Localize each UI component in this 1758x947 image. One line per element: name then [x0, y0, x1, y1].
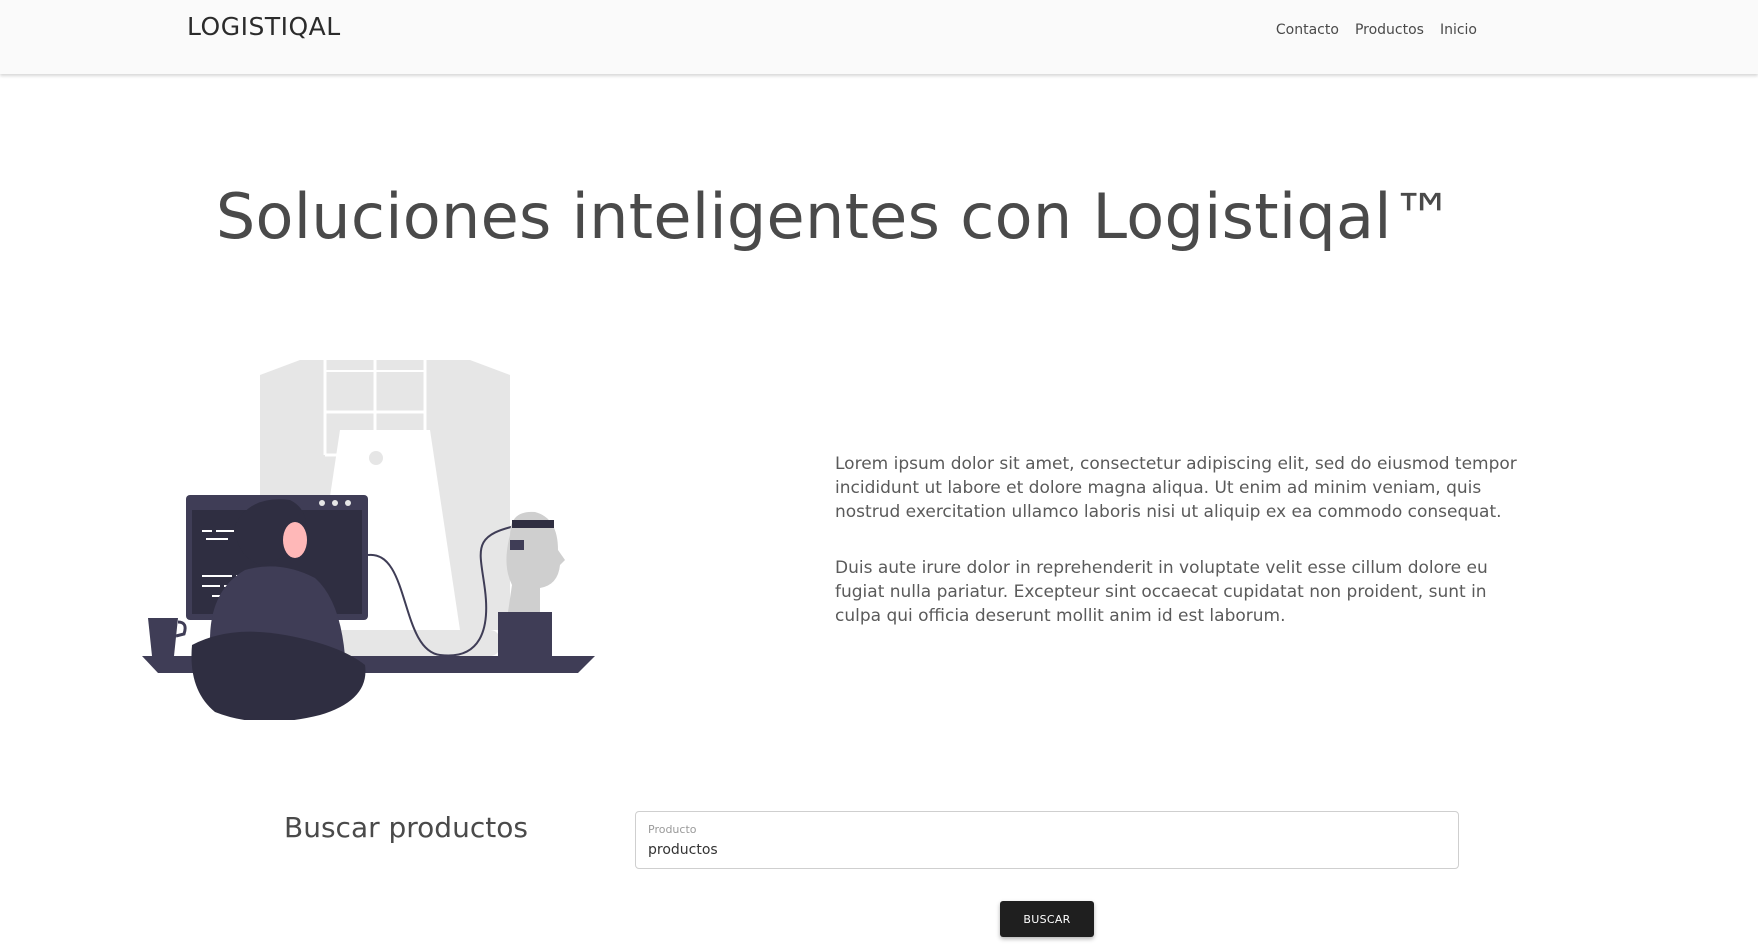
nav-link-inicio[interactable]: Inicio: [1440, 22, 1477, 38]
navbar: LOGISTIQAL Contacto Productos Inicio: [0, 0, 1758, 74]
mug: [148, 618, 178, 656]
product-field-label: Producto: [648, 823, 697, 836]
nav-link-productos[interactable]: Productos: [1355, 22, 1424, 38]
hero-title: Soluciones inteligentes con Logistiqal™: [215, 180, 1455, 253]
nav-link-contacto[interactable]: Contacto: [1276, 22, 1339, 38]
search-button[interactable]: BUSCAR: [1000, 901, 1094, 937]
nav-links: Contacto Productos Inicio: [1276, 22, 1477, 38]
intro-paragraph-2: Duis aute irure dolor in reprehenderit i…: [835, 558, 1488, 626]
intro-text: Lorem ipsum dolor sit amet, consectetur …: [835, 452, 1535, 628]
search-heading: Buscar productos: [284, 811, 528, 844]
bust-pedestal: [498, 612, 552, 656]
intro-paragraph-1: Lorem ipsum dolor sit amet, consectetur …: [835, 454, 1517, 522]
person-at-computer-illustration: [140, 360, 600, 722]
product-field-value[interactable]: productos: [648, 842, 718, 858]
product-search-input[interactable]: Producto productos: [635, 811, 1459, 869]
brand-logo[interactable]: LOGISTIQAL: [187, 12, 341, 41]
